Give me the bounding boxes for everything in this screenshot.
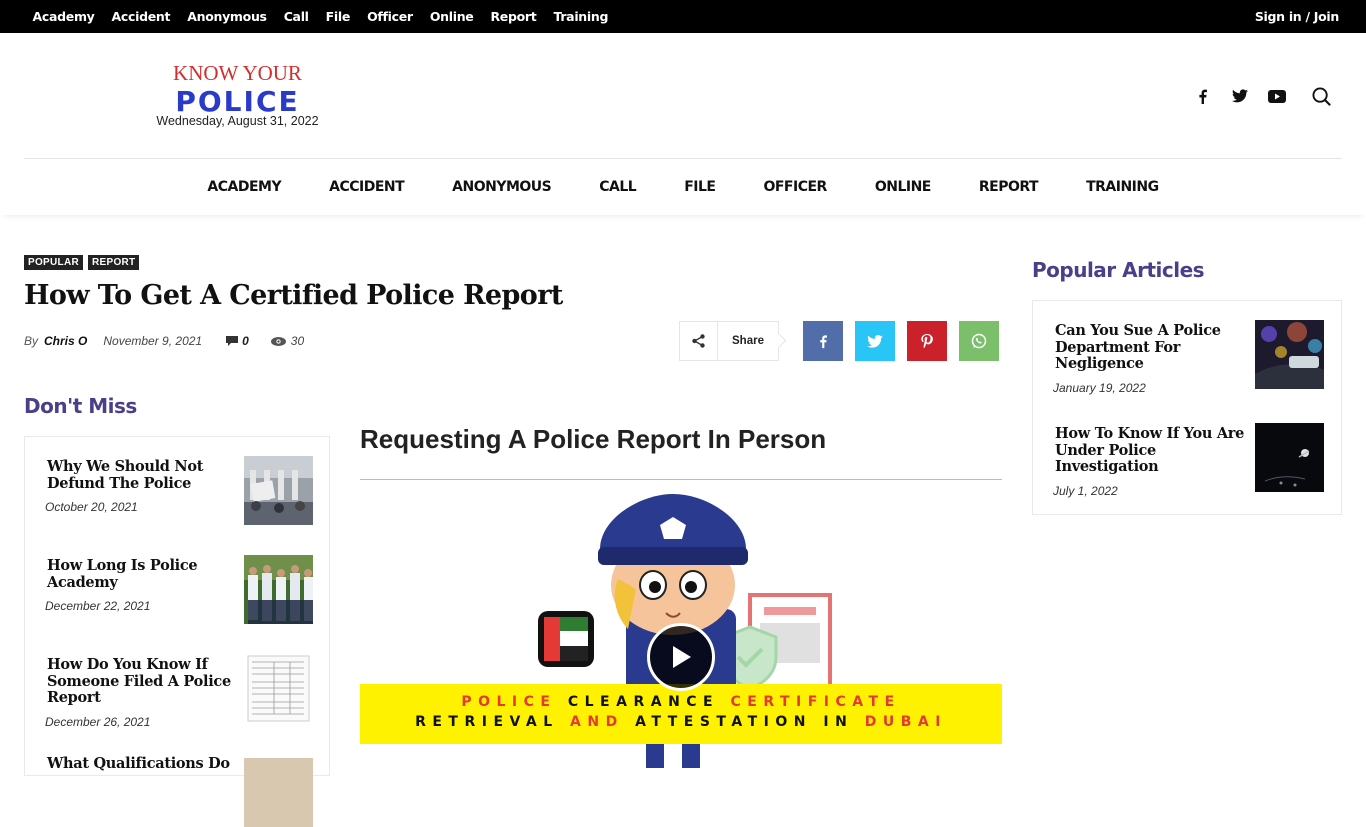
list-item[interactable]: How Do You Know If Someone Filed A Polic… xyxy=(45,656,237,729)
play-icon xyxy=(673,646,691,668)
views-count: 30 xyxy=(270,334,305,348)
eye-icon xyxy=(270,336,286,346)
facebook-icon xyxy=(820,334,827,348)
banner-line-2: RETRIEVAL AND ATTESTATION IN DUBAI xyxy=(360,714,1002,730)
popular-articles-heading: Popular Articles xyxy=(1032,258,1205,282)
thumbnail-image[interactable] xyxy=(244,555,313,624)
item-title[interactable]: How To Know If You Are Under Police Inve… xyxy=(1055,425,1245,476)
main-nav-accident[interactable]: ACCIDENT xyxy=(329,179,405,195)
site-logo[interactable]: KNOW YOUR POLICE Wednesday, August 31, 2… xyxy=(140,60,335,128)
video-banner: POLICE CLEARANCE CERTIFICATE RETRIEVAL A… xyxy=(360,684,1002,744)
item-date: December 22, 2021 xyxy=(45,599,151,613)
banner-word: POLICE xyxy=(461,694,557,710)
banner-word: IN xyxy=(823,714,854,730)
banner-word: AND xyxy=(570,714,624,730)
subheading-divider xyxy=(360,479,1002,480)
article-meta: By Chris O November 9, 2021 0 30 xyxy=(24,334,304,348)
main-nav-academy[interactable]: ACADEMY xyxy=(207,179,281,195)
play-button[interactable] xyxy=(647,623,715,691)
thumbnail-image[interactable] xyxy=(244,456,313,525)
banner-word: DUBAI xyxy=(864,714,947,730)
item-title[interactable]: How Long Is Police Academy xyxy=(47,557,237,591)
top-nav-online[interactable]: Online xyxy=(430,9,474,24)
banner-word: ATTESTATION xyxy=(635,714,813,730)
tag-report[interactable]: REPORT xyxy=(88,255,140,270)
share-icon xyxy=(680,322,718,360)
item-title[interactable]: Why We Should Not Defund The Police xyxy=(47,458,237,492)
search-icon[interactable] xyxy=(1303,84,1340,108)
top-nav-training[interactable]: Training xyxy=(553,9,608,24)
dont-miss-heading: Don't Miss xyxy=(24,394,137,418)
item-title[interactable]: What Qualifications Do xyxy=(47,755,237,773)
share-whatsapp-button[interactable] xyxy=(959,321,999,361)
item-date: December 26, 2021 xyxy=(45,715,151,729)
article-tags: POPULAR REPORT xyxy=(24,255,140,270)
comments-value: 0 xyxy=(242,334,249,348)
item-date: July 1, 2022 xyxy=(1053,484,1118,498)
banner-word: CLEARANCE xyxy=(567,694,720,710)
header-date: Wednesday, August 31, 2022 xyxy=(156,114,319,128)
popular-articles-box: Can You Sue A Police Department For Negl… xyxy=(1032,300,1342,515)
twitter-icon[interactable] xyxy=(1221,84,1258,108)
top-nav-academy[interactable]: Academy xyxy=(33,9,95,24)
signin-link[interactable]: Sign in / Join xyxy=(1255,0,1339,33)
thumbnail-image[interactable] xyxy=(1255,320,1324,389)
comments-count[interactable]: 0 xyxy=(226,334,249,348)
main-nav-online[interactable]: ONLINE xyxy=(875,179,932,195)
banner-line-1: POLICE CLEARANCE CERTIFICATE xyxy=(360,694,1002,710)
item-title[interactable]: How Do You Know If Someone Filed A Polic… xyxy=(47,656,237,707)
share-facebook-button[interactable] xyxy=(803,321,843,361)
main-nav-training[interactable]: TRAINING xyxy=(1086,179,1159,195)
share-label: Share xyxy=(732,335,764,347)
main-nav-report[interactable]: REPORT xyxy=(979,179,1039,195)
item-title[interactable]: Can You Sue A Police Department For Negl… xyxy=(1055,322,1245,373)
main-nav-anonymous[interactable]: ANONYMOUS xyxy=(452,179,552,195)
share-box[interactable]: Share xyxy=(679,321,779,361)
pinterest-icon xyxy=(921,333,933,348)
main-nav-file[interactable]: FILE xyxy=(684,179,716,195)
thumbnail-image[interactable] xyxy=(244,758,313,827)
thumbnail-image[interactable] xyxy=(1255,423,1324,492)
list-item[interactable]: Why We Should Not Defund The Police Octo… xyxy=(45,458,237,514)
top-bar: Academy Accident Anonymous Call File Off… xyxy=(0,0,1366,33)
item-date: January 19, 2022 xyxy=(1053,381,1146,395)
tag-popular[interactable]: POPULAR xyxy=(24,255,83,270)
top-nav: Academy Accident Anonymous Call File Off… xyxy=(24,0,617,33)
logo-top-text: KNOW YOUR xyxy=(173,61,302,85)
author-link[interactable]: Chris O xyxy=(44,334,87,348)
list-item[interactable]: How To Know If You Are Under Police Inve… xyxy=(1053,425,1245,498)
twitter-icon xyxy=(867,334,883,348)
top-nav-file[interactable]: File xyxy=(326,9,351,24)
youtube-icon[interactable] xyxy=(1258,84,1295,108)
list-item[interactable]: How Long Is Police Academy December 22, … xyxy=(45,557,237,613)
main-nav-officer[interactable]: OFFICER xyxy=(763,179,827,195)
banner-word: RETRIEVAL xyxy=(415,714,559,730)
article-date: November 9, 2021 xyxy=(103,334,203,348)
list-item[interactable]: What Qualifications Do xyxy=(47,755,237,773)
share-pinterest-button[interactable] xyxy=(907,321,947,361)
top-nav-accident[interactable]: Accident xyxy=(112,9,171,24)
video-player[interactable]: POLICE CLEARANCE CERTIFICATE RETRIEVAL A… xyxy=(360,489,1002,768)
list-item[interactable]: Can You Sue A Police Department For Negl… xyxy=(1053,322,1245,395)
by-label: By xyxy=(24,334,39,348)
item-date: October 20, 2021 xyxy=(45,500,138,514)
main-nav: ACADEMY ACCIDENT ANONYMOUS CALL FILE OFF… xyxy=(0,159,1366,215)
article-title: How To Get A Certified Police Report xyxy=(24,280,563,311)
top-nav-call[interactable]: Call xyxy=(284,9,309,24)
facebook-icon[interactable] xyxy=(1184,84,1221,108)
top-nav-officer[interactable]: Officer xyxy=(367,9,413,24)
banner-word: CERTIFICATE xyxy=(730,694,901,710)
comment-icon xyxy=(226,336,239,346)
dont-miss-box: Why We Should Not Defund The Police Octo… xyxy=(24,436,330,827)
main-nav-call[interactable]: CALL xyxy=(599,179,636,195)
header-social xyxy=(1184,84,1340,108)
section-subheading: Requesting A Police Report In Person xyxy=(360,424,827,454)
views-value: 30 xyxy=(290,334,305,348)
top-nav-report[interactable]: Report xyxy=(490,9,536,24)
share-twitter-button[interactable] xyxy=(855,321,895,361)
thumbnail-image[interactable] xyxy=(244,654,313,723)
top-nav-anonymous[interactable]: Anonymous xyxy=(187,9,267,24)
whatsapp-icon xyxy=(971,333,987,349)
